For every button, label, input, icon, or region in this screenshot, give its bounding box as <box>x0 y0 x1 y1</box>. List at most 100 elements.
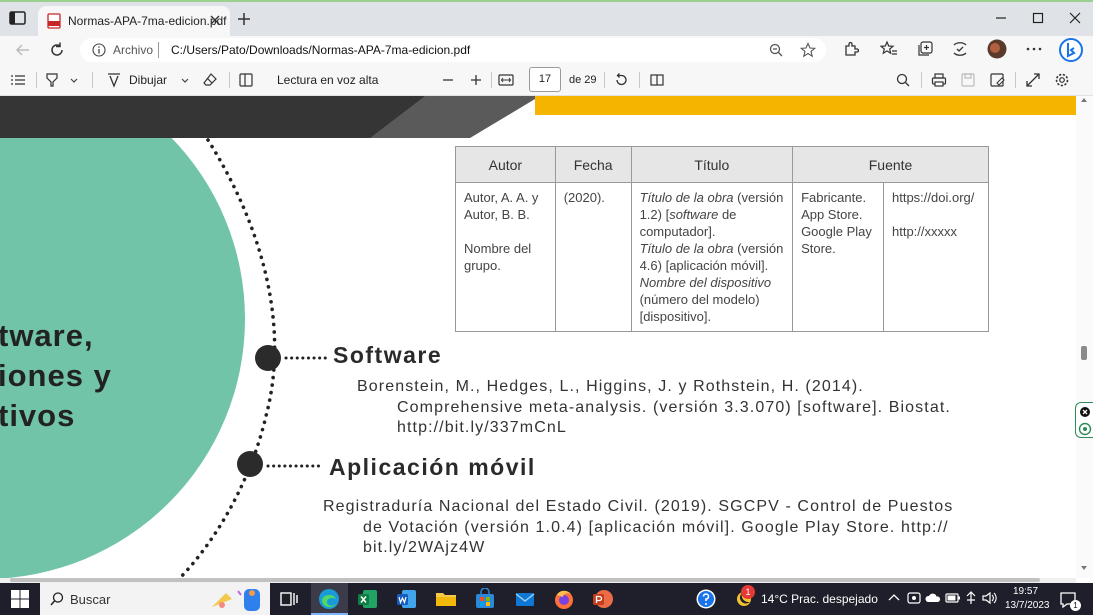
eraser-icon[interactable] <box>202 72 218 88</box>
save-as-icon[interactable] <box>989 72 1005 88</box>
onedrive-cloud-icon[interactable] <box>924 589 942 607</box>
reference-line: Borenstein, M., Hedges, L., Higgins, J. … <box>357 378 864 395</box>
draw-label[interactable]: Dibujar <box>129 73 167 87</box>
highlight-icon[interactable] <box>44 72 60 88</box>
clock-time[interactable]: 19:57 <box>1013 586 1038 597</box>
vertical-scroll-thumb[interactable] <box>1081 346 1087 360</box>
cell-line: [dispositivo]. <box>639 309 712 324</box>
pdf-toolbar: Dibujar Lectura en voz alta 17 de 29 <box>0 64 1093 96</box>
zoom-in-icon[interactable] <box>468 72 484 88</box>
taskbar-search-input[interactable]: Buscar <box>40 583 270 615</box>
volume-icon[interactable] <box>980 589 998 607</box>
collections-icon[interactable] <box>916 40 934 58</box>
minimize-icon[interactable] <box>993 10 1009 26</box>
mail-icon[interactable] <box>514 588 536 610</box>
rotate-icon[interactable] <box>613 72 629 88</box>
fullscreen-icon[interactable] <box>1025 72 1041 88</box>
maximize-icon[interactable] <box>1030 10 1046 26</box>
bing-copilot-icon[interactable] <box>1059 37 1083 63</box>
task-view-icon[interactable] <box>278 588 300 610</box>
page-number-input[interactable]: 17 <box>529 67 561 92</box>
side-extension-panel[interactable] <box>1075 402 1093 438</box>
word-icon[interactable] <box>396 588 418 610</box>
extension-close-icon[interactable] <box>1076 403 1092 437</box>
timeline-node <box>255 345 281 371</box>
table-header-row: Autor Fecha Título Fuente <box>455 146 989 183</box>
info-icon[interactable] <box>92 43 106 57</box>
tab-pdf[interactable]: Normas-APA-7ma-edicion.pdf <box>38 6 230 36</box>
close-tab-icon[interactable] <box>208 13 222 27</box>
weather-text[interactable]: 14°C Prac. despejado <box>761 592 878 606</box>
new-tab-icon[interactable] <box>236 11 252 27</box>
zoom-icon[interactable] <box>768 42 784 58</box>
store-icon[interactable] <box>474 588 496 610</box>
draw-pen-icon[interactable] <box>106 72 122 88</box>
clock-date[interactable]: 13/7/2023 <box>1005 600 1050 611</box>
save-icon[interactable] <box>960 72 976 88</box>
excel-icon[interactable] <box>357 588 379 610</box>
cell-line: Nombre del <box>464 241 532 256</box>
url-field[interactable]: Archivo C:/Users/Pato/Downloads/Normas-A… <box>80 38 826 62</box>
cell-line: Store. <box>801 241 836 256</box>
search-icon[interactable] <box>895 72 911 88</box>
read-aloud-label[interactable]: Lectura en voz alta <box>277 73 378 87</box>
file-explorer-icon[interactable] <box>435 588 457 610</box>
windows-taskbar: Buscar 1 14°C Prac. despejado 19:57 13/7… <box>0 583 1093 615</box>
search-placeholder: Buscar <box>70 592 111 607</box>
chevron-down-icon[interactable] <box>66 72 82 88</box>
cell-line: Título de la obra (versión <box>639 190 784 205</box>
chevron-up-icon[interactable] <box>885 589 903 607</box>
powerpoint-icon[interactable] <box>592 588 614 610</box>
refresh-icon[interactable] <box>48 41 66 59</box>
url-text[interactable]: C:/Users/Pato/Downloads/Normas-APA-7ma-e… <box>171 43 470 57</box>
search-icon <box>49 591 65 607</box>
windows-start-icon[interactable] <box>10 589 30 609</box>
table-of-contents-icon[interactable] <box>10 72 26 88</box>
browser-essentials-icon[interactable] <box>951 40 969 58</box>
tab-actions-icon[interactable] <box>8 10 30 28</box>
more-options-icon[interactable] <box>1025 40 1043 58</box>
close-window-icon[interactable] <box>1067 10 1083 26</box>
zoom-out-icon[interactable] <box>440 72 456 88</box>
toolbar-separator <box>92 72 93 88</box>
reference-line[interactable]: http://bit.ly/337mCnL <box>397 417 567 438</box>
extensions-icon[interactable] <box>842 40 860 58</box>
firefox-icon[interactable] <box>553 588 575 610</box>
help-icon[interactable] <box>695 588 717 610</box>
table-cell-fuente: Fabricante. App Store. Google Play Store… <box>792 182 884 332</box>
back-arrow-icon[interactable] <box>14 41 32 59</box>
scroll-down-arrow[interactable] <box>1081 566 1087 570</box>
chevron-down-icon[interactable] <box>177 72 193 88</box>
vertical-scrollbar[interactable] <box>1076 96 1093 578</box>
network-icon[interactable] <box>962 589 980 607</box>
toolbar-separator <box>639 72 640 88</box>
battery-icon[interactable] <box>944 589 962 607</box>
scroll-up-arrow[interactable] <box>1081 98 1087 102</box>
scheme-label: Archivo <box>113 43 154 57</box>
favorite-star-icon[interactable] <box>800 42 816 58</box>
notification-badge: 1 <box>741 585 755 599</box>
settings-gear-icon[interactable] <box>1054 72 1070 88</box>
table-header: Fecha <box>554 146 632 183</box>
section-heading-software: Software <box>333 342 443 368</box>
window-accent-line <box>0 0 1093 2</box>
fit-page-icon[interactable] <box>498 72 514 88</box>
toolbar-separator <box>604 72 605 88</box>
total-pages-label: de 29 <box>569 74 597 86</box>
profile-avatar[interactable] <box>987 39 1007 59</box>
reference-format-table: Autor Fecha Título Fuente Autor, A. A. y… <box>455 146 990 332</box>
cell-line: 1.2) [software de <box>639 207 737 222</box>
page-view-icon[interactable] <box>649 72 665 88</box>
favorites-icon[interactable] <box>880 40 898 58</box>
cell-line: computador]. <box>639 224 716 239</box>
read-aloud-icon[interactable] <box>238 72 254 88</box>
pdf-page-viewport[interactable]: tware, iones y tivos Autor Fecha Título … <box>0 96 1076 578</box>
notification-count-badge: 1 <box>1070 600 1081 611</box>
reference-line[interactable]: bit.ly/2WAjz4W <box>363 537 485 558</box>
horizontal-scroll-thumb[interactable] <box>10 578 1040 582</box>
meet-now-icon[interactable] <box>905 589 923 607</box>
table-row: Autor, A. A. y Autor, B. B. Nombre del g… <box>455 182 990 332</box>
tab-strip: Normas-APA-7ma-edicion.pdf <box>0 0 1093 36</box>
print-icon[interactable] <box>931 72 947 88</box>
taskbar-active-app[interactable] <box>311 583 348 615</box>
